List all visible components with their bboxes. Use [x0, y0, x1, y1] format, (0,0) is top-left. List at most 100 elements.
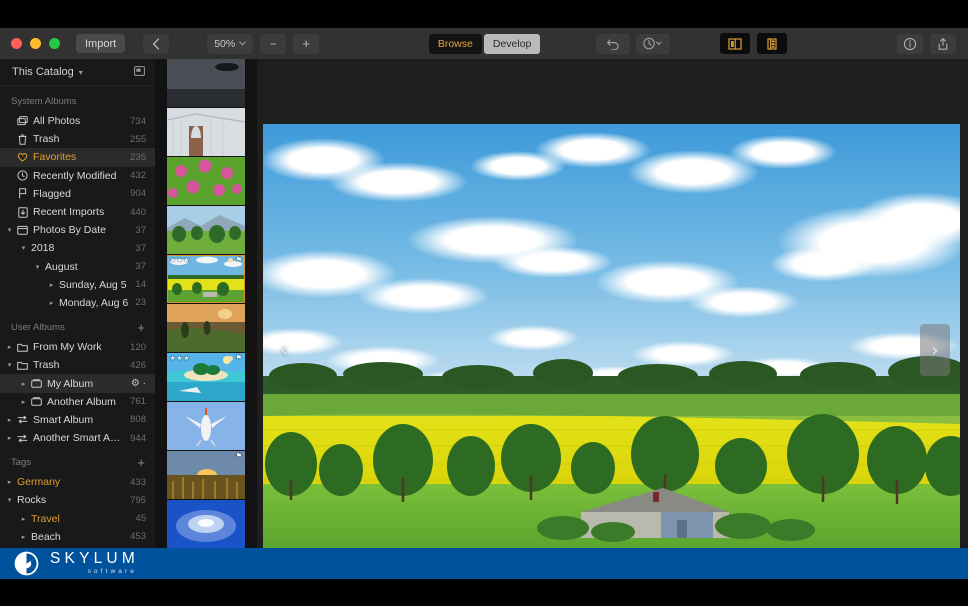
zoom-level-select[interactable]: 50%	[207, 34, 253, 54]
catalog-panel-icon[interactable]	[134, 66, 145, 79]
undo-button[interactable]	[596, 34, 630, 54]
sidebar-item-august[interactable]: ▾August37	[0, 258, 155, 276]
sidebar-item-trash[interactable]: ▾Trash426	[0, 356, 155, 374]
album-settings-gear-icon[interactable]: ⚙ ·	[131, 378, 146, 389]
sidebar-item-count: 761	[130, 396, 146, 407]
share-button[interactable]	[930, 34, 956, 54]
rating-stars[interactable]: ★★★	[170, 356, 189, 362]
disclosure-open-icon[interactable]: ▾	[4, 496, 15, 504]
next-photo-button[interactable]: ›	[920, 324, 950, 376]
filmstrip-thumbnail[interactable]	[167, 108, 245, 156]
filmstrip-thumbnail[interactable]: ⚑	[167, 451, 245, 499]
sidebar-item-sunday-aug-5[interactable]: ▸Sunday, Aug 514	[0, 276, 155, 294]
sidebar-item-trash[interactable]: ▸Trash255	[0, 130, 155, 148]
sidebar-item-label: Recent Imports	[30, 206, 124, 218]
filmstrip-thumbnail-list: ★★★⚑★★★⚑⚑★★★⚑	[161, 59, 251, 548]
color-label-dot-icon	[228, 356, 233, 361]
disclosure-closed-icon[interactable]: ▸	[18, 515, 29, 523]
sidebar-item-count: 37	[135, 243, 146, 254]
sidebar-item-flagged[interactable]: ▸Flagged904	[0, 185, 155, 203]
info-button[interactable]	[897, 34, 923, 54]
back-button[interactable]	[143, 34, 169, 54]
previous-photo-button[interactable]: ‹	[271, 327, 297, 373]
minus-icon: −	[270, 38, 277, 50]
app-root: Import 50% − +	[0, 0, 968, 606]
filmstrip-thumbnail[interactable]: ★★★ ⚑	[167, 353, 245, 401]
maximize-window-button[interactable]	[49, 38, 60, 49]
sidebar-item-beach[interactable]: ▸Beach453	[0, 528, 155, 546]
sidebar-item-2018[interactable]: ▾201837	[0, 239, 155, 257]
brand-tagline: software	[50, 568, 139, 576]
filmstrip-thumbnail[interactable]	[167, 59, 245, 107]
disclosure-closed-icon[interactable]: ▸	[46, 281, 57, 289]
sidebar-item-count: 45	[135, 513, 146, 524]
filmstrip-thumbnail[interactable]	[167, 206, 245, 254]
flag-icon[interactable]: ⚑	[236, 257, 242, 264]
sidebar-item-count: 432	[130, 170, 146, 181]
sidebar-item-favorites[interactable]: ▸Favorites235	[0, 148, 155, 166]
sidebar-item-another-smart-a[interactable]: ▸Another Smart A…944	[0, 429, 155, 447]
filmstrip[interactable]: ★★★⚑★★★⚑⚑★★★⚑	[155, 59, 257, 548]
sidebar-section-title: User Albums	[11, 322, 65, 333]
undo-arrow-icon	[606, 38, 621, 50]
filmstrip-thumbnail[interactable]: ★★★ ⚑	[167, 255, 245, 303]
flag-icon[interactable]: ⚑	[236, 355, 242, 362]
sidebar-item-photos-by-date[interactable]: ▾Photos By Date37	[0, 221, 155, 239]
sidebar-item-label: Trash	[30, 359, 124, 371]
disclosure-closed-icon[interactable]: ▸	[18, 533, 29, 541]
tab-develop[interactable]: Develop	[484, 34, 541, 54]
add-item-button[interactable]: +	[137, 456, 145, 469]
disclosure-closed-icon[interactable]: ▸	[18, 380, 29, 388]
minimize-window-button[interactable]	[30, 38, 41, 49]
disclosure-closed-icon[interactable]: ▸	[4, 416, 15, 424]
sidebar-item-label: Smart Album	[30, 414, 124, 426]
import-button[interactable]: Import	[76, 34, 125, 53]
sidebar-item-travel[interactable]: ▸Travel45	[0, 510, 155, 528]
sidebar-item-monday-aug-6[interactable]: ▸Monday, Aug 623	[0, 294, 155, 312]
disclosure-open-icon[interactable]: ▾	[4, 361, 15, 369]
thumbnail-image-mountain-meadow	[167, 206, 245, 254]
toggle-right-panel-button[interactable]	[757, 33, 787, 54]
sidebar-item-recent-imports[interactable]: ▸Recent Imports440	[0, 203, 155, 221]
filmstrip-thumbnail[interactable]	[167, 157, 245, 205]
sidebar-item-recently-modified[interactable]: ▸Recently Modified432	[0, 167, 155, 185]
zoom-in-button[interactable]: +	[293, 34, 319, 54]
zoom-level-value: 50%	[214, 38, 235, 50]
disclosure-closed-icon[interactable]: ▸	[4, 343, 15, 351]
tab-browse[interactable]: Browse	[429, 34, 482, 54]
disclosure-closed-icon[interactable]: ▸	[4, 478, 15, 486]
sidebar-item-my-album[interactable]: ▸My Album⚙ ·	[0, 374, 155, 392]
sidebar-item-smart-album[interactable]: ▸Smart Album808	[0, 411, 155, 429]
disclosure-closed-icon[interactable]: ▸	[46, 299, 57, 307]
disclosure-open-icon[interactable]: ▾	[4, 226, 15, 234]
filmstrip-thumbnail[interactable]	[167, 500, 245, 548]
close-window-button[interactable]	[11, 38, 22, 49]
sidebar-item-label: Rocks	[15, 494, 124, 506]
sidebar-item-rocks[interactable]: ▾Rocks 795	[0, 491, 155, 509]
sidebar-item-count: 14	[135, 279, 146, 290]
disclosure-closed-icon[interactable]: ▸	[18, 398, 29, 406]
filmstrip-thumbnail[interactable]	[167, 402, 245, 450]
sidebar-item-label: August	[43, 261, 129, 273]
sidebar-item-all-photos[interactable]: ▸All Photos734	[0, 112, 155, 130]
main-photo[interactable]: ‹ ›	[263, 124, 960, 548]
add-item-button[interactable]: +	[137, 321, 145, 334]
flag-icon[interactable]: ⚑	[236, 453, 242, 460]
toggle-left-panel-button[interactable]	[720, 33, 750, 54]
filmstrip-thumbnail[interactable]	[167, 304, 245, 352]
history-button[interactable]	[636, 34, 670, 54]
sidebar-item-count: 795	[130, 495, 146, 506]
info-circle-icon	[903, 37, 917, 51]
zoom-out-button[interactable]: −	[260, 34, 286, 54]
sidebar-item-count: 453	[130, 531, 146, 542]
sidebar-item-germany[interactable]: ▸Germany433	[0, 473, 155, 491]
sidebar-item-from-my-work[interactable]: ▸From My Work120	[0, 338, 155, 356]
disclosure-open-icon[interactable]: ▾	[18, 244, 29, 252]
sidebar[interactable]: This Catalog ▾ System Albums▸All Photos7…	[0, 59, 155, 548]
sidebar-section-title: Tags	[11, 457, 31, 468]
rating-stars[interactable]: ★★★	[170, 258, 189, 264]
catalog-selector[interactable]: This Catalog ▾	[0, 59, 155, 86]
disclosure-open-icon[interactable]: ▾	[32, 263, 43, 271]
disclosure-closed-icon[interactable]: ▸	[4, 434, 15, 442]
sidebar-item-another-album[interactable]: ▸Another Album761	[0, 393, 155, 411]
